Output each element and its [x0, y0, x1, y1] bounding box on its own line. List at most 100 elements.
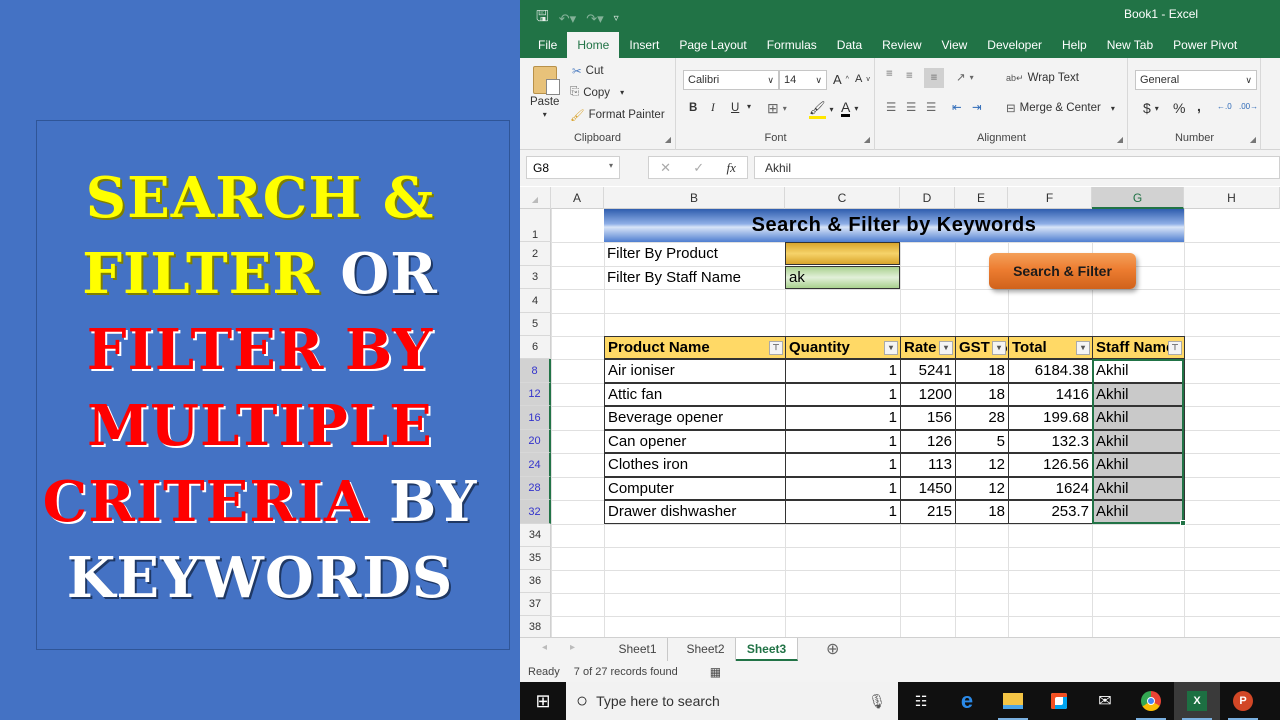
table-cell-gst[interactable]: 12	[955, 476, 1009, 500]
table-cell-qty[interactable]: 1	[785, 476, 901, 500]
row-header-36[interactable]: 36	[520, 570, 551, 593]
scroll-left-icon[interactable]: ◂	[542, 642, 547, 653]
tab-home[interactable]: Home	[567, 32, 620, 58]
table-cell-gst[interactable]: 18	[955, 500, 1009, 524]
clipboard-launcher-icon[interactable]: ◢	[665, 135, 671, 144]
decrease-decimal-button[interactable]: .00→	[1239, 102, 1258, 111]
filter-dropdown-icon[interactable]: ▾	[884, 341, 898, 355]
start-button[interactable]: ⊞	[520, 682, 566, 720]
underline-dropdown[interactable]: ▾	[747, 102, 751, 111]
formula-input[interactable]: Akhil	[754, 156, 1280, 179]
select-all-corner[interactable]: ◢	[520, 187, 551, 209]
row-header-34[interactable]: 34	[520, 524, 551, 547]
table-cell-staff[interactable]: Akhil	[1092, 429, 1185, 453]
enter-icon[interactable]: ✓	[693, 160, 704, 176]
percent-button[interactable]: %	[1173, 100, 1185, 116]
insert-function-icon[interactable]: fx	[726, 160, 735, 176]
underline-button[interactable]: U	[731, 102, 739, 114]
sheet-tab-sheet2[interactable]: Sheet2	[676, 638, 736, 661]
filter-staff-input[interactable]: ak	[785, 266, 900, 289]
table-cell-rate[interactable]: 215	[900, 500, 956, 524]
row-header-8[interactable]: 8	[520, 359, 551, 383]
font-name-select[interactable]: Calibri ∨	[683, 70, 779, 90]
row-header-12[interactable]: 12	[520, 383, 551, 406]
wrap-text-button[interactable]: ab↵ Wrap Text	[1006, 72, 1079, 84]
align-center-button[interactable]: ☰	[906, 100, 916, 114]
table-cell-rate[interactable]: 113	[900, 453, 956, 477]
font-color-button[interactable]: A ▾	[841, 100, 858, 117]
fill-color-button[interactable]: 🖌 ▾	[809, 100, 834, 119]
tab-new-tab[interactable]: New Tab	[1097, 32, 1163, 58]
borders-button[interactable]: ⊞ ▾	[767, 100, 787, 117]
table-cell-total[interactable]: 126.56	[1008, 453, 1093, 477]
store-icon[interactable]	[1036, 682, 1082, 720]
tab-review[interactable]: Review	[872, 32, 931, 58]
redo-icon[interactable]: ↷▾	[586, 11, 603, 27]
save-icon[interactable]: 🖫	[536, 6, 549, 31]
merge-center-button[interactable]: ⊟ Merge & Center ▾	[1006, 101, 1115, 115]
name-box[interactable]: G8 ▾	[526, 156, 620, 179]
sheet-tab-sheet1[interactable]: Sheet1	[608, 638, 668, 661]
column-header-a[interactable]: A	[551, 187, 604, 209]
page-layout-icon[interactable]: ▦	[710, 665, 721, 679]
table-cell-product[interactable]: Can opener	[604, 429, 786, 453]
column-header-b[interactable]: B	[604, 187, 785, 209]
table-cell-gst[interactable]: 12	[955, 453, 1009, 477]
tab-file[interactable]: File	[520, 32, 567, 58]
table-cell-total[interactable]: 1624	[1008, 476, 1093, 500]
row-header-32[interactable]: 32	[520, 500, 551, 524]
tab-help[interactable]: Help	[1052, 32, 1097, 58]
table-cell-qty[interactable]: 1	[785, 500, 901, 524]
row-header-24[interactable]: 24	[520, 453, 551, 477]
chrome-icon[interactable]	[1128, 682, 1174, 720]
table-cell-total[interactable]: 132.3	[1008, 429, 1093, 453]
sheet-tab-sheet3[interactable]: Sheet3	[736, 638, 798, 661]
align-left-button[interactable]: ☰	[886, 100, 896, 114]
excel-taskbar-icon[interactable]: X	[1174, 682, 1220, 720]
bottom-align-button[interactable]: ≡	[924, 68, 944, 88]
filter-active-icon[interactable]: ⊤	[769, 341, 783, 355]
table-cell-total[interactable]: 253.7	[1008, 500, 1093, 524]
fill-handle[interactable]	[1180, 520, 1186, 526]
cancel-icon[interactable]: ✕	[660, 160, 671, 176]
row-header-5[interactable]: 5	[520, 313, 551, 336]
font-launcher-icon[interactable]: ◢	[864, 135, 870, 144]
tab-page-layout[interactable]: Page Layout	[669, 32, 756, 58]
table-cell-gst[interactable]: 18	[955, 382, 1009, 406]
table-cell-gst[interactable]: 28	[955, 406, 1009, 430]
row-header-3[interactable]: 3	[520, 266, 551, 289]
number-format-select[interactable]: General ∨	[1135, 70, 1257, 90]
tab-formulas[interactable]: Formulas	[757, 32, 827, 58]
table-cell-rate[interactable]: 5241	[900, 359, 956, 383]
filter-active-icon[interactable]: ⊤	[1168, 341, 1182, 355]
paste-button[interactable]: Paste ▾	[530, 66, 560, 119]
font-size-select[interactable]: 14 ∨	[779, 70, 827, 90]
filter-dropdown-icon[interactable]: ▾	[1076, 341, 1090, 355]
task-view-icon[interactable]: ☷	[898, 682, 944, 720]
number-launcher-icon[interactable]: ◢	[1250, 135, 1256, 144]
middle-align-button[interactable]: ≡	[906, 70, 913, 82]
filter-dropdown-icon[interactable]: ▾	[939, 341, 953, 355]
italic-button[interactable]: I	[711, 102, 715, 114]
table-cell-staff[interactable]: Akhil	[1092, 382, 1185, 406]
tab-data[interactable]: Data	[827, 32, 872, 58]
table-cell-qty[interactable]: 1	[785, 359, 901, 383]
table-cell-rate[interactable]: 1200	[900, 382, 956, 406]
row-header-4[interactable]: 4	[520, 289, 551, 313]
row-header-28[interactable]: 28	[520, 477, 551, 500]
row-header-37[interactable]: 37	[520, 593, 551, 616]
decrease-font-button[interactable]: Av	[855, 73, 870, 85]
orientation-button[interactable]: ↗ ▾	[956, 70, 974, 84]
taskbar-search-input[interactable]: Type here to search	[596, 693, 720, 709]
table-cell-qty[interactable]: 1	[785, 429, 901, 453]
increase-font-button[interactable]: A ^	[833, 72, 849, 87]
column-header-d[interactable]: D	[900, 187, 955, 209]
column-header-c[interactable]: C	[785, 187, 900, 209]
new-sheet-icon[interactable]: ⊕	[826, 639, 839, 659]
table-cell-total[interactable]: 199.68	[1008, 406, 1093, 430]
tab-power-pivot[interactable]: Power Pivot	[1163, 32, 1247, 58]
table-cell-staff[interactable]: Akhil	[1092, 476, 1185, 500]
customize-qat-icon[interactable]: ▿	[614, 13, 619, 24]
bold-button[interactable]: B	[689, 102, 697, 114]
comma-button[interactable]: ,	[1197, 98, 1201, 114]
